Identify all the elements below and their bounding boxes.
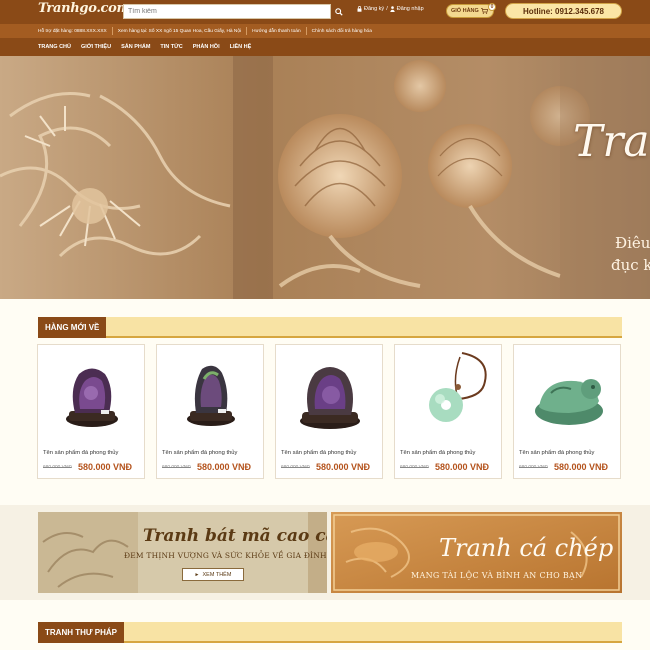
- cart-label: GIỎ HÀNG: [451, 8, 479, 14]
- product-image: [399, 349, 498, 439]
- product-card[interactable]: Tên sản phẩm đá phong thủy 680.000 VNĐ 5…: [275, 344, 383, 479]
- main-nav: TRANG CHỦ GIỚI THIỆU SẢN PHẨM TIN TỨC PH…: [0, 38, 650, 56]
- jade-pixiu-image: [534, 379, 603, 425]
- search-input[interactable]: [123, 4, 331, 19]
- product-price: 580.000 VNĐ: [554, 462, 609, 472]
- new-products-header: HÀNG MỚI VỀ: [38, 317, 622, 338]
- login-link[interactable]: Đăng nhập: [397, 6, 424, 12]
- product-card[interactable]: Tên sản phẩm đá phong thủy 680.000 VNĐ 5…: [37, 344, 145, 479]
- product-card[interactable]: Tên sản phẩm đá phong thủy 680.000 VNĐ 5…: [394, 344, 502, 479]
- product-price: 580.000 VNĐ: [316, 462, 371, 472]
- jade-pendant-image: [428, 352, 487, 422]
- hero-title: Tranh: [573, 116, 650, 167]
- play-icon: ►: [194, 571, 200, 578]
- product-image: [42, 349, 141, 439]
- horses-banner-title: Tranh bát mã cao cấp: [143, 526, 327, 546]
- cart-button[interactable]: GIỎ HÀNG 0: [446, 3, 496, 18]
- search-button[interactable]: [333, 4, 345, 19]
- nav-contact[interactable]: LIÊN HỆ: [230, 44, 252, 50]
- product-old-price: 680.000 VNĐ: [519, 465, 548, 470]
- nav-news[interactable]: TIN TỨC: [160, 44, 182, 50]
- horses-banner-subtitle: ĐEM THỊNH VƯỢNG VÀ SỨC KHỎE VỀ GIA ĐÌNH: [124, 551, 327, 560]
- hero-subtitle-line2: đục ke: [611, 256, 650, 274]
- info-bar: Hỗ trợ đặt hàng: 0888.XXX.XXX Xem hàng t…: [0, 24, 650, 38]
- hero-subtitle-line1: Điêu: [615, 234, 650, 252]
- product-name[interactable]: Tên sản phẩm đá phong thủy: [519, 450, 594, 456]
- info-address: Xem hàng tại: Số XX ngõ 15 Quan Hoa, Cầu…: [117, 28, 242, 34]
- new-products-title[interactable]: HÀNG MỚI VỀ: [38, 317, 107, 338]
- cart-icon: [480, 8, 488, 14]
- product-name[interactable]: Tên sản phẩm đá phong thủy: [43, 450, 118, 456]
- product-price: 580.000 VNĐ: [197, 462, 252, 472]
- nav-home[interactable]: TRANG CHỦ: [38, 44, 71, 50]
- info-payment-link[interactable]: Hướng dẫn thanh toán: [252, 29, 301, 34]
- info-phone: Hỗ trợ đặt hàng: 0888.XXX.XXX: [38, 28, 107, 34]
- product-card[interactable]: Tên sản phẩm đá phong thủy 680.000 VNĐ 5…: [513, 344, 621, 479]
- promo-banner-horses[interactable]: Tranh bát mã cao cấp ĐEM THỊNH VƯỢNG VÀ …: [38, 512, 327, 593]
- nav-products[interactable]: SẢN PHẨM: [121, 44, 150, 50]
- product-name[interactable]: Tên sản phẩm đá phong thủy: [400, 450, 475, 456]
- divider: [305, 27, 307, 35]
- product-image: [518, 349, 617, 439]
- product-image: [161, 349, 260, 439]
- amethyst-geode-image: [299, 367, 360, 429]
- cart-count-badge: 0: [488, 3, 496, 11]
- nav-feedback[interactable]: PHẢN HỒI: [193, 44, 220, 50]
- carp-banner-title: Tranh cá chép: [439, 534, 614, 562]
- info-return-policy-link[interactable]: Chính sách đổi trả hàng hóa: [312, 29, 372, 34]
- product-price: 580.000 VNĐ: [435, 462, 490, 472]
- product-old-price: 680.000 VNĐ: [281, 465, 310, 470]
- product-old-price: 680.000 VNĐ: [162, 465, 191, 470]
- product-card[interactable]: Tên sản phẩm đá phong thủy 680.000 VNĐ 5…: [156, 344, 264, 479]
- product-name[interactable]: Tên sản phẩm đá phong thủy: [281, 450, 356, 456]
- auth-separator: /: [386, 6, 388, 12]
- product-old-price: 680.000 VNĐ: [43, 465, 72, 470]
- user-icon: [390, 6, 395, 12]
- see-more-button[interactable]: ► XEM THÊM: [182, 568, 244, 581]
- calligraphy-header: TRANH THƯ PHÁP: [38, 622, 622, 643]
- nav-about[interactable]: GIỚI THIỆU: [81, 44, 111, 50]
- auth-links: Đăng ký / Đăng nhập: [357, 6, 424, 12]
- register-link[interactable]: Đăng ký: [364, 6, 384, 12]
- divider: [111, 27, 113, 35]
- product-image: [280, 349, 379, 439]
- product-name[interactable]: Tên sản phẩm đá phong thủy: [162, 450, 237, 456]
- promo-banner-carp[interactable]: Tranh cá chép MANG TÀI LỘC VÀ BÌNH AN CH…: [331, 512, 622, 593]
- product-price: 580.000 VNĐ: [78, 462, 133, 472]
- product-old-price: 680.000 VNĐ: [400, 465, 429, 470]
- amethyst-geode-image: [65, 368, 118, 427]
- calligraphy-title[interactable]: TRANH THƯ PHÁP: [38, 622, 124, 643]
- wood-carving-image: [0, 56, 650, 299]
- divider: [246, 27, 248, 35]
- carp-banner-subtitle: MANG TÀI LỘC VÀ BÌNH AN CHO BẠN: [411, 571, 583, 580]
- hero-banner[interactable]: Tranh Điêu đục ke: [0, 56, 650, 299]
- see-more-label: XEM THÊM: [202, 571, 232, 578]
- lock-icon: [357, 6, 362, 12]
- search-icon: [335, 7, 343, 16]
- amethyst-geode-image: [186, 365, 235, 426]
- top-header: Tranhgo.com.vn Đăng ký / Đăng nhập GIỎ H…: [0, 0, 650, 24]
- hotline-badge[interactable]: Hotline: 0912.345.678: [505, 3, 622, 19]
